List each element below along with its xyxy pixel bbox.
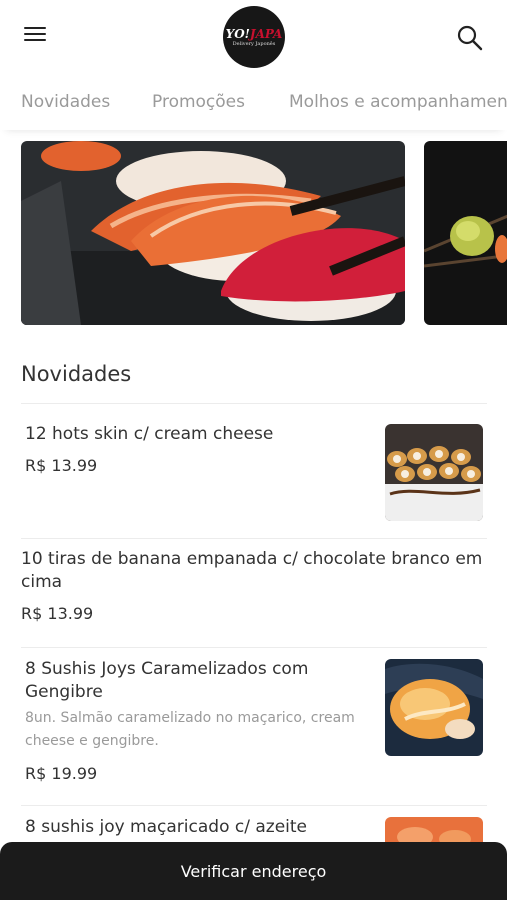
item-image-hots-skin [385,424,483,521]
verify-address-label: Verificar endereço [180,861,327,881]
search-icon[interactable] [456,24,484,52]
item-name: 12 hots skin c/ cream cheese [25,424,274,444]
section-title-novidades: Novidades [21,362,132,386]
menu-item-hots-skin[interactable]: 12 hots skin c/ cream cheese R$ 13.99 [0,404,507,538]
menu-item-sushis-joy-macaricado[interactable]: 8 sushis joy maçaricado c/ azeite [0,806,507,842]
item-price: R$ 13.99 [25,456,98,475]
logo-tagline: Delivery Japonês [232,40,276,47]
item-price: R$ 13.99 [21,604,94,623]
item-image-sushis-joy-macaricado [385,817,483,842]
banner-carousel [0,140,507,326]
item-name: 10 tiras de banana empanada c/ chocolate… [21,549,483,592]
menu-item-banana-empanada[interactable]: 10 tiras de banana empanada c/ chocolate… [0,539,507,647]
item-description: 8un. Salmão caramelizado no maçarico, cr… [25,710,355,749]
app-header: YO!JAPA Delivery Japonês [0,0,507,74]
tab-molhos-acompanhamentos[interactable]: Molhos e acompanhamentos [289,92,507,112]
tab-novidades[interactable]: Novidades [21,92,110,112]
item-price: R$ 19.99 [25,764,98,783]
banner-second-promo[interactable] [424,141,507,325]
item-name: 8 Sushis Joys Caramelizados com Gengibre [25,659,309,702]
tab-promocoes[interactable]: Promoções [152,92,245,112]
item-image-sushis-joys [385,659,483,756]
brand-logo[interactable]: YO!JAPA Delivery Japonês [223,6,285,68]
logo-wordmark: YO!JAPA [225,26,283,41]
menu-item-sushis-joys-caramelizados[interactable]: 8 Sushis Joys Caramelizados com Gengibre… [0,648,507,805]
item-name: 8 sushis joy maçaricado c/ azeite [25,817,307,837]
banner-sushi-promo[interactable] [21,141,405,325]
hamburger-menu-icon[interactable] [24,27,46,45]
category-tabs: Novidades Promoções Molhos e acompanhame… [0,74,507,130]
verify-address-button[interactable]: Verificar endereço [0,842,507,900]
